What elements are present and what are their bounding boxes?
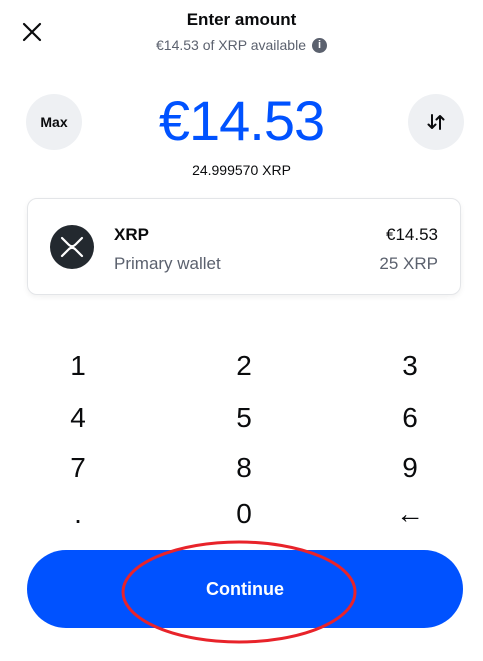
key-5[interactable]: 5 bbox=[184, 396, 304, 440]
key-decimal[interactable]: . bbox=[18, 492, 138, 536]
available-balance: €14.53 of XRP available i bbox=[0, 37, 483, 53]
asset-wallet: Primary wallet bbox=[114, 254, 221, 273]
key-8[interactable]: 8 bbox=[184, 446, 304, 490]
key-0[interactable]: 0 bbox=[184, 492, 304, 536]
crypto-equivalent: 24.999570 XRP bbox=[192, 162, 291, 178]
key-7[interactable]: 7 bbox=[18, 446, 138, 490]
info-icon[interactable]: i bbox=[311, 37, 327, 53]
asset-name: XRP bbox=[114, 225, 149, 244]
swap-arrows-icon bbox=[427, 114, 445, 130]
continue-button[interactable]: Continue bbox=[27, 550, 463, 628]
page-title: Enter amount bbox=[186, 10, 297, 29]
asset-crypto-balance: 25 XRP bbox=[379, 254, 438, 273]
key-2[interactable]: 2 bbox=[184, 344, 304, 388]
key-4[interactable]: 4 bbox=[18, 396, 138, 440]
key-3[interactable]: 3 bbox=[350, 344, 470, 388]
available-balance-text: €14.53 of XRP available bbox=[156, 37, 306, 53]
swap-currency-button[interactable] bbox=[408, 94, 464, 150]
key-1[interactable]: 1 bbox=[18, 344, 138, 388]
key-6[interactable]: 6 bbox=[350, 396, 470, 440]
key-9[interactable]: 9 bbox=[350, 446, 470, 490]
xrp-logo-icon bbox=[50, 225, 94, 269]
backspace-key[interactable]: ← bbox=[350, 492, 470, 536]
asset-fiat-balance: €14.53 bbox=[386, 225, 438, 244]
asset-selector-card[interactable]: XRP Primary wallet €14.53 25 XRP bbox=[27, 198, 461, 295]
